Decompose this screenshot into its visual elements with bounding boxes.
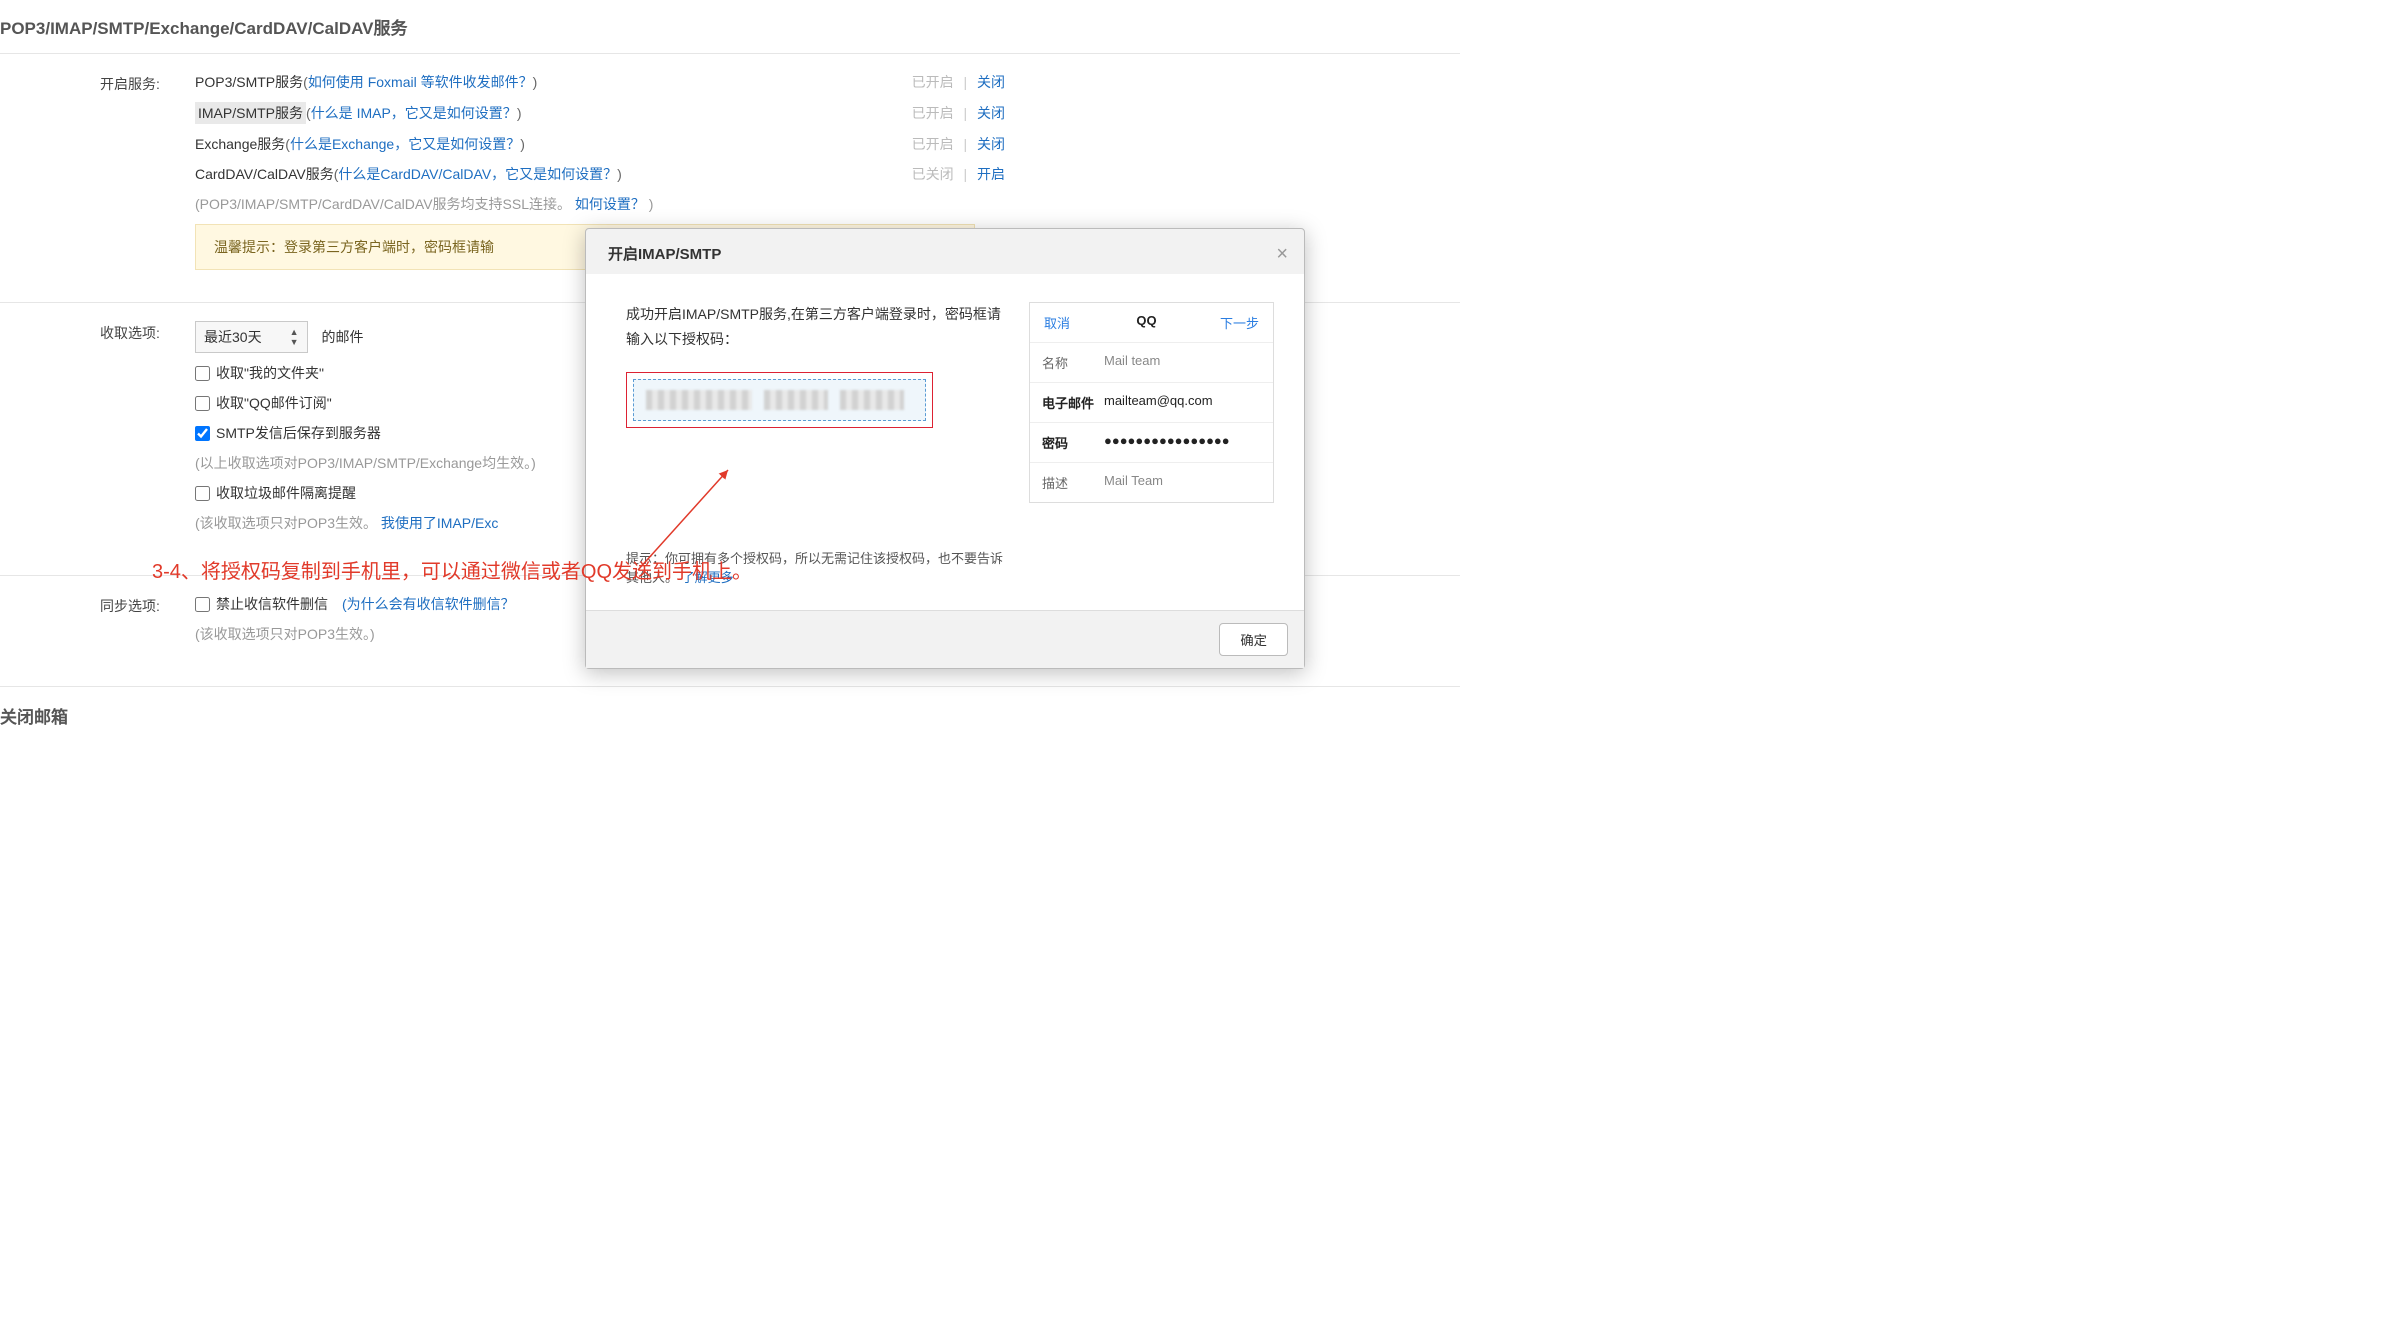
section-title: POP3/IMAP/SMTP/Exchange/CardDAV/CalDAV服务: [0, 0, 1460, 54]
dialog-body-text: 成功开启IMAP/SMTP服务,在第三方客户端登录时，密码框请输入以下授权码：: [626, 302, 1003, 352]
phone-cancel-button[interactable]: 取消: [1030, 303, 1080, 342]
receive-options-label: 收取选项:: [100, 321, 195, 343]
phone-preview: 取消 QQ 下一步 名称 Mail team 电子邮件 mailteam@qq.…: [1029, 302, 1274, 503]
service-imap-action[interactable]: 关闭: [977, 105, 1005, 121]
authcode-masked: [646, 390, 752, 410]
phone-email-val: mailteam@qq.com: [1104, 393, 1261, 412]
ok-button[interactable]: 确定: [1219, 623, 1288, 656]
receive-myfolder-label: 收取"我的文件夹": [216, 363, 324, 383]
service-exchange-action[interactable]: 关闭: [977, 136, 1005, 152]
service-imap-name: IMAP/SMTP服务: [195, 102, 306, 124]
phone-name-key: 名称: [1042, 353, 1104, 372]
authcode-field[interactable]: [633, 379, 926, 421]
service-imap-help-link[interactable]: 什么是 IMAP，它又是如何设置？: [311, 103, 517, 123]
sync-options-label: 同步选项:: [100, 594, 195, 616]
service-carddav-name: CardDAV/CalDAV服务: [195, 164, 334, 184]
phone-pwd-val: ●●●●●●●●●●●●●●●●: [1104, 433, 1261, 452]
phone-title: QQ: [1080, 303, 1213, 342]
ssl-note: (POP3/IMAP/SMTP/CardDAV/CalDAV服务均支持SSL连接…: [195, 194, 1460, 214]
phone-email-key: 电子邮件: [1042, 393, 1104, 412]
receive-myfolder-checkbox[interactable]: [195, 366, 210, 381]
service-carddav-action[interactable]: 开启: [977, 166, 1005, 182]
phone-desc-key: 描述: [1042, 473, 1104, 492]
receive-subscribe-checkbox[interactable]: [195, 396, 210, 411]
receive-subscribe-label: 收取"QQ邮件订阅": [216, 393, 332, 413]
receive-hint2-link[interactable]: 我使用了IMAP/Exc: [381, 515, 498, 531]
annotation-text: 3-4、将授权码复制到手机里，可以通过微信或者QQ发送到手机上。: [152, 555, 752, 584]
smtp-save-checkbox[interactable]: [195, 426, 210, 441]
spam-reminder-label: 收取垃圾邮件隔离提醒: [216, 483, 356, 503]
phone-next-button[interactable]: 下一步: [1213, 303, 1273, 342]
spam-reminder-checkbox[interactable]: [195, 486, 210, 501]
forbid-delete-help-link[interactable]: (为什么会有收信软件删信？: [342, 594, 515, 614]
service-pop3: POP3/SMTP服务 ( 如何使用 Foxmail 等软件收发邮件？ ) 已开…: [195, 72, 1460, 92]
service-imap: IMAP/SMTP服务 ( 什么是 IMAP，它又是如何设置？ ) 已开启 | …: [195, 102, 1460, 124]
service-exchange: Exchange服务 ( 什么是Exchange，它又是如何设置？ ) 已开启 …: [195, 134, 1460, 154]
service-pop3-help-link[interactable]: 如何使用 Foxmail 等软件收发邮件？: [308, 72, 533, 92]
service-imap-status: 已开启: [912, 105, 954, 121]
authcode-highlight-box: [626, 372, 933, 428]
forbid-delete-label: 禁止收信软件删信: [216, 594, 328, 614]
service-pop3-name: POP3/SMTP服务: [195, 72, 303, 92]
authcode-masked: [764, 390, 828, 410]
forbid-delete-checkbox[interactable]: [195, 597, 210, 612]
service-exchange-status: 已开启: [912, 136, 954, 152]
service-pop3-action[interactable]: 关闭: [977, 74, 1005, 90]
smtp-save-label: SMTP发信后保存到服务器: [216, 423, 381, 443]
authcode-masked: [840, 390, 904, 410]
receive-range-select[interactable]: 最近30天 ▲▼: [195, 321, 308, 353]
service-carddav: CardDAV/CalDAV服务 ( 什么是CardDAV/CalDAV，它又是…: [195, 164, 1460, 184]
service-exchange-name: Exchange服务: [195, 134, 285, 154]
chevron-down-icon: ▲▼: [290, 327, 299, 347]
phone-pwd-key: 密码: [1042, 433, 1104, 452]
service-carddav-help-link[interactable]: 什么是CardDAV/CalDAV，它又是如何设置？: [338, 164, 617, 184]
imap-smtp-dialog: 开启IMAP/SMTP × 成功开启IMAP/SMTP服务,在第三方客户端登录时…: [585, 228, 1305, 669]
service-exchange-help-link[interactable]: 什么是Exchange，它又是如何设置？: [290, 134, 520, 154]
phone-name-val: Mail team: [1104, 353, 1261, 372]
phone-desc-val: Mail Team: [1104, 473, 1261, 492]
close-icon[interactable]: ×: [1276, 244, 1288, 264]
close-mailbox-title: 关闭邮箱: [0, 687, 1460, 738]
service-carddav-status: 已关闭: [912, 166, 954, 182]
service-pop3-status: 已开启: [912, 74, 954, 90]
dialog-title: 开启IMAP/SMTP: [608, 243, 721, 264]
ssl-setup-link[interactable]: 如何设置？: [575, 196, 645, 212]
open-services-label: 开启服务:: [100, 72, 195, 94]
